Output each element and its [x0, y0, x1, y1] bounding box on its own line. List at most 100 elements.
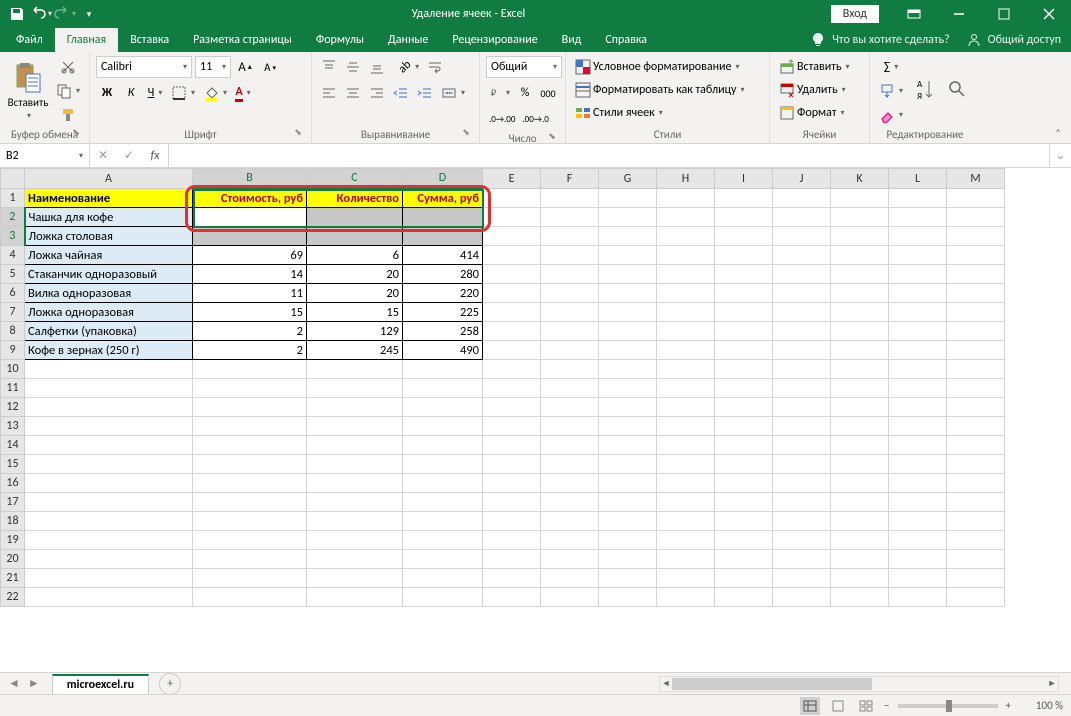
cell-A22[interactable]: [25, 588, 193, 607]
cell-G18[interactable]: [599, 512, 657, 531]
cell-E15[interactable]: [483, 455, 541, 474]
cell-I16[interactable]: [715, 474, 773, 493]
formula-input[interactable]: [169, 144, 1049, 167]
cell-C4[interactable]: 6: [307, 246, 403, 265]
cond-format-button[interactable]: Условное форматирование▾: [572, 56, 763, 78]
cell-H2[interactable]: [657, 208, 715, 227]
row-header-8[interactable]: 8: [1, 322, 25, 341]
cell-D6[interactable]: 220: [403, 284, 483, 303]
row-header-2[interactable]: 2: [1, 208, 25, 227]
align-center-button[interactable]: [342, 82, 364, 104]
cell-I11[interactable]: [715, 379, 773, 398]
cell-D1[interactable]: Сумма, руб: [403, 189, 483, 208]
cell-A7[interactable]: Ложка одноразовая: [25, 303, 193, 322]
cell-B18[interactable]: [193, 512, 307, 531]
row-header-15[interactable]: 15: [1, 455, 25, 474]
align-top-button[interactable]: [318, 56, 340, 78]
cell-L9[interactable]: [889, 341, 947, 360]
maximize-button[interactable]: [981, 0, 1026, 28]
cell-A10[interactable]: [25, 360, 193, 379]
font-name-combo[interactable]: Calibri▾: [96, 56, 192, 78]
cell-K16[interactable]: [831, 474, 889, 493]
cell-M6[interactable]: [947, 284, 1005, 303]
cell-J5[interactable]: [773, 265, 831, 284]
cell-F15[interactable]: [541, 455, 599, 474]
cell-M8[interactable]: [947, 322, 1005, 341]
cell-J11[interactable]: [773, 379, 831, 398]
col-header-H[interactable]: H: [657, 169, 715, 189]
cell-F9[interactable]: [541, 341, 599, 360]
cell-I19[interactable]: [715, 531, 773, 550]
cell-H21[interactable]: [657, 569, 715, 588]
cell-H5[interactable]: [657, 265, 715, 284]
cell-L20[interactable]: [889, 550, 947, 569]
cell-E1[interactable]: [483, 189, 541, 208]
cell-J9[interactable]: [773, 341, 831, 360]
add-sheet-button[interactable]: +: [159, 673, 181, 695]
cell-B1[interactable]: Стоимость, руб: [193, 189, 307, 208]
cell-J16[interactable]: [773, 474, 831, 493]
next-sheet-icon[interactable]: ►: [28, 676, 40, 691]
cell-I17[interactable]: [715, 493, 773, 512]
cell-C19[interactable]: [307, 531, 403, 550]
cell-C13[interactable]: [307, 417, 403, 436]
format-painter-button[interactable]: [53, 104, 83, 126]
cell-H13[interactable]: [657, 417, 715, 436]
cell-M2[interactable]: [947, 208, 1005, 227]
cell-B9[interactable]: 2: [193, 341, 307, 360]
cell-K21[interactable]: [831, 569, 889, 588]
cell-E17[interactable]: [483, 493, 541, 512]
cell-D16[interactable]: [403, 474, 483, 493]
row-header-6[interactable]: 6: [1, 284, 25, 303]
cell-J8[interactable]: [773, 322, 831, 341]
cell-B6[interactable]: 11: [193, 284, 307, 303]
cell-J20[interactable]: [773, 550, 831, 569]
increase-indent-button[interactable]: [414, 82, 436, 104]
cell-D19[interactable]: [403, 531, 483, 550]
cell-F6[interactable]: [541, 284, 599, 303]
fill-color-button[interactable]: ▾: [200, 82, 230, 104]
cell-E22[interactable]: [483, 588, 541, 607]
cell-B15[interactable]: [193, 455, 307, 474]
minimize-button[interactable]: [936, 0, 981, 28]
decrease-indent-button[interactable]: [390, 82, 412, 104]
col-header-M[interactable]: M: [947, 169, 1005, 189]
cell-K19[interactable]: [831, 531, 889, 550]
tab-home[interactable]: Главная: [55, 28, 118, 52]
cell-K11[interactable]: [831, 379, 889, 398]
cell-M22[interactable]: [947, 588, 1005, 607]
sheet-tab-active[interactable]: microexcel.ru: [52, 674, 149, 694]
cell-C11[interactable]: [307, 379, 403, 398]
cell-G20[interactable]: [599, 550, 657, 569]
cell-A8[interactable]: Салфетки (упаковка): [25, 322, 193, 341]
cell-G14[interactable]: [599, 436, 657, 455]
cell-L5[interactable]: [889, 265, 947, 284]
cell-L16[interactable]: [889, 474, 947, 493]
cell-F20[interactable]: [541, 550, 599, 569]
cell-A11[interactable]: [25, 379, 193, 398]
cell-J18[interactable]: [773, 512, 831, 531]
cell-H1[interactable]: [657, 189, 715, 208]
cell-A19[interactable]: [25, 531, 193, 550]
cell-B12[interactable]: [193, 398, 307, 417]
row-header-18[interactable]: 18: [1, 512, 25, 531]
cell-E7[interactable]: [483, 303, 541, 322]
cell-G8[interactable]: [599, 322, 657, 341]
cell-K18[interactable]: [831, 512, 889, 531]
cell-L1[interactable]: [889, 189, 947, 208]
scroll-thumb[interactable]: [672, 678, 872, 690]
cell-I15[interactable]: [715, 455, 773, 474]
cell-G16[interactable]: [599, 474, 657, 493]
cell-F19[interactable]: [541, 531, 599, 550]
cell-H11[interactable]: [657, 379, 715, 398]
tellme-search[interactable]: Что вы хотите сделать?: [810, 32, 949, 48]
zoom-slider[interactable]: [898, 704, 998, 708]
cell-J2[interactable]: [773, 208, 831, 227]
cell-B20[interactable]: [193, 550, 307, 569]
cell-H22[interactable]: [657, 588, 715, 607]
cell-K3[interactable]: [831, 227, 889, 246]
col-header-F[interactable]: F: [541, 169, 599, 189]
cell-F8[interactable]: [541, 322, 599, 341]
cell-A1[interactable]: Наименование: [25, 189, 193, 208]
cell-F10[interactable]: [541, 360, 599, 379]
